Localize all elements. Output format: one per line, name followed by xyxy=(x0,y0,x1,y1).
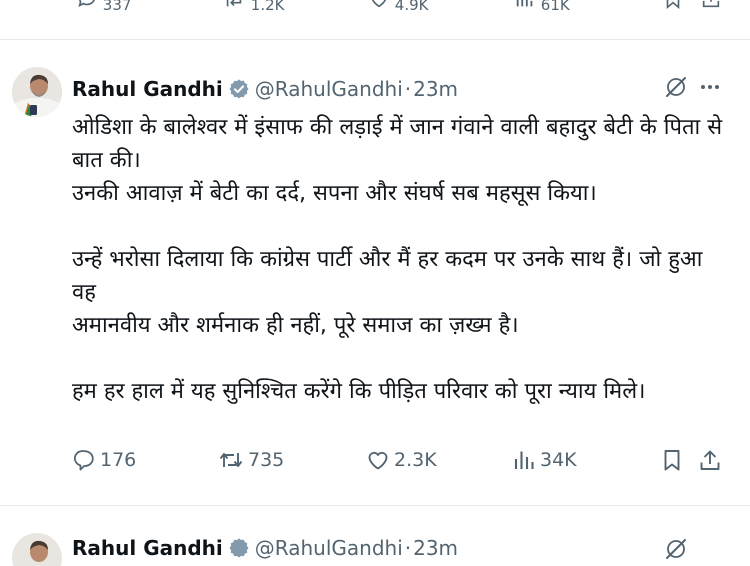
like-count: 2.3K xyxy=(394,449,437,471)
prev-like-count: 4.9K xyxy=(394,0,429,14)
bookmark-icon xyxy=(666,0,680,10)
prev-bookmark-button[interactable] xyxy=(662,0,684,14)
prev-like-button[interactable]: 4.9K xyxy=(368,0,428,14)
author-name[interactable]: Rahul Gandhi xyxy=(72,77,223,101)
previous-tweet-action-bar: 337 1.2K 4.9K 61K xyxy=(0,0,750,14)
next-author-name[interactable]: Rahul Gandhi xyxy=(72,536,223,560)
like-icon xyxy=(371,0,387,8)
prev-share-button[interactable] xyxy=(700,0,722,14)
views-count: 34K xyxy=(540,449,577,471)
reply-count: 176 xyxy=(100,449,137,471)
bookmark-button[interactable] xyxy=(660,440,684,480)
prev-retweet-count: 1.2K xyxy=(250,0,285,14)
tweet-action-bar: 176 735 2.3K 34K xyxy=(0,440,750,480)
like-icon xyxy=(368,451,388,470)
tweet-paragraph-3: हम हर हाल में यह सुनिश्चित करेंगे कि पीड… xyxy=(72,375,732,408)
retweet-count: 735 xyxy=(248,449,285,471)
next-tweet-header: Rahul Gandhi @RahulGandhi · 23m xyxy=(72,536,458,560)
verified-badge-icon[interactable] xyxy=(228,537,250,559)
tweet-line: अमानवीय और शर्मनाक ही नहीं, पूरे समाज का… xyxy=(72,313,519,338)
prev-reply-count: 337 xyxy=(102,0,132,14)
reply-icon xyxy=(74,450,94,471)
meta-separator: · xyxy=(404,77,412,101)
grok-icon[interactable] xyxy=(662,535,690,563)
tweet-line: ओडिशा के बालेश्वर में इंसाफ की लड़ाई में… xyxy=(72,115,723,173)
prev-views-count: 61K xyxy=(540,0,570,14)
next-tweet[interactable]: Rahul Gandhi @RahulGandhi · 23m xyxy=(0,506,750,566)
views-icon xyxy=(514,451,534,469)
tweet-line: हम हर हाल में यह सुनिश्चित करेंगे कि पीड… xyxy=(72,379,646,404)
share-icon xyxy=(702,0,720,8)
tweet-header: Rahul Gandhi @RahulGandhi · 23m xyxy=(72,74,458,104)
reply-icon xyxy=(78,0,95,7)
profile-photo-icon xyxy=(12,67,62,117)
tweet-timestamp[interactable]: 23m xyxy=(413,77,458,101)
next-meta-separator: · xyxy=(404,536,412,560)
retweet-button[interactable]: 735 xyxy=(218,440,284,480)
retweet-icon xyxy=(219,453,243,467)
share-icon xyxy=(700,450,720,470)
next-tweet-timestamp[interactable]: 23m xyxy=(413,536,458,560)
reply-button[interactable]: 176 xyxy=(74,440,136,480)
tweet-paragraph-2: उन्हें भरोसा दिलाया कि कांग्रेस पार्टी औ… xyxy=(72,243,732,342)
like-button[interactable]: 2.3K xyxy=(366,440,437,480)
bookmark-icon xyxy=(664,450,680,471)
tweet-paragraph-1: ओडिशा के बालेश्वर में इंसाफ की लड़ाई में… xyxy=(72,111,732,210)
prev-retweet-button[interactable]: 1.2K xyxy=(222,0,284,14)
more-options-icon[interactable] xyxy=(696,73,724,101)
prev-reply-button[interactable]: 337 xyxy=(76,0,131,14)
author-handle[interactable]: @RahulGandhi xyxy=(255,77,403,101)
next-author-handle[interactable]: @RahulGandhi xyxy=(255,536,403,560)
tweet-text: ओडिशा के बालेश्वर में इंसाफ की लड़ाई में… xyxy=(72,111,732,408)
profile-photo-icon xyxy=(12,533,62,566)
grok-icon[interactable] xyxy=(662,73,690,101)
views-icon xyxy=(516,0,533,7)
tweet[interactable]: Rahul Gandhi @RahulGandhi · 23m ओडिशा के… xyxy=(0,40,750,505)
tweet-line: उनकी आवाज़ में बेटी का दर्द, सपना और संघ… xyxy=(72,181,597,206)
avatar[interactable] xyxy=(12,67,62,117)
views-button[interactable]: 34K xyxy=(512,440,577,480)
tweet-line: उन्हें भरोसा दिलाया कि कांग्रेस पार्टी औ… xyxy=(72,247,703,305)
next-avatar[interactable] xyxy=(12,533,62,566)
retweet-icon xyxy=(226,0,242,7)
prev-views-button[interactable]: 61K xyxy=(514,0,570,14)
verified-badge-icon[interactable] xyxy=(228,78,250,100)
share-button[interactable] xyxy=(698,440,722,480)
